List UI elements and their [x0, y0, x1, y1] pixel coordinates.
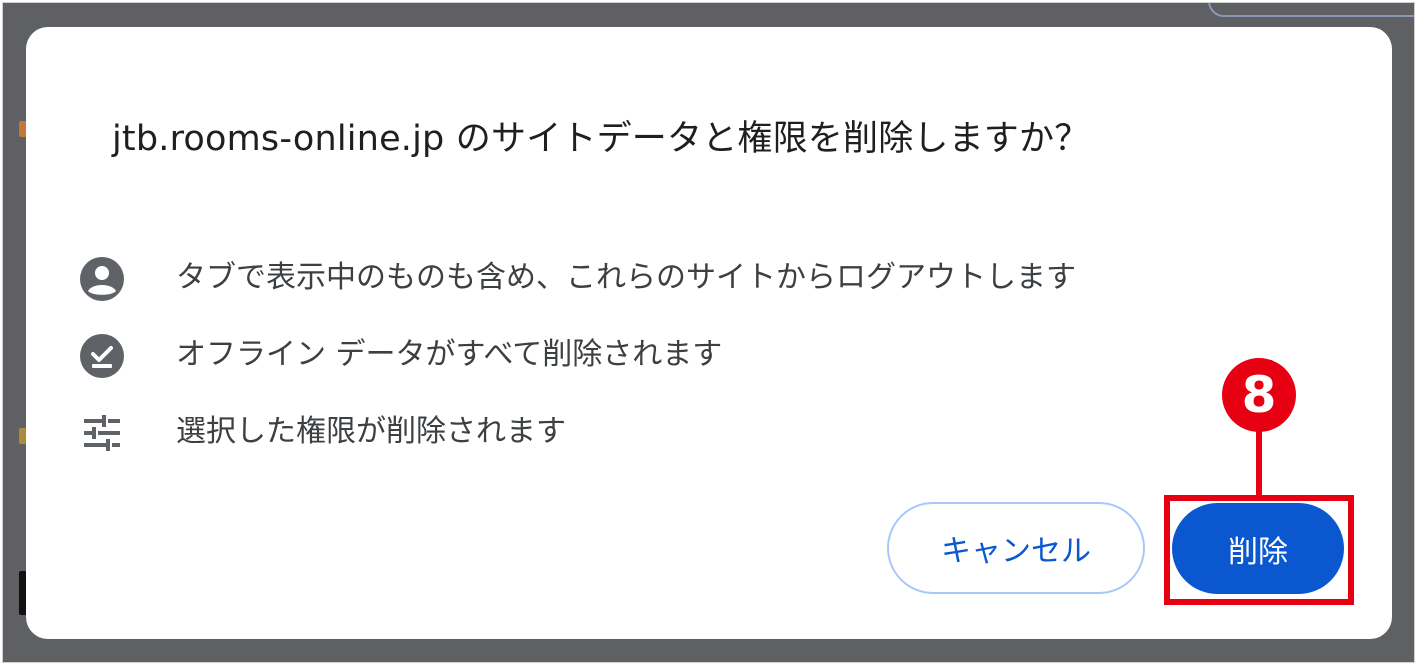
- background-pill: [1208, 3, 1414, 17]
- info-text-offline-data: オフライン データがすべて削除されます: [176, 337, 723, 372]
- delete-button[interactable]: 削除: [1172, 503, 1344, 594]
- dialog-title: jtb.rooms-online.jp のサイトデータと権限を削除しますか？: [112, 119, 1090, 159]
- info-text-permissions: 選択した権限が削除されます: [176, 414, 566, 449]
- tune-sliders-icon: [78, 409, 126, 457]
- cancel-button[interactable]: キャンセル: [887, 502, 1145, 594]
- account-circle-icon: [78, 255, 126, 303]
- info-text-logout: タブで表示中のものも含め、これらのサイトからログアウトします: [176, 260, 1076, 295]
- delete-site-data-dialog: jtb.rooms-online.jp のサイトデータと権限を削除しますか？ タ…: [26, 27, 1392, 639]
- offline-check-icon: [78, 332, 126, 380]
- step-number-badge: 8: [1222, 358, 1296, 432]
